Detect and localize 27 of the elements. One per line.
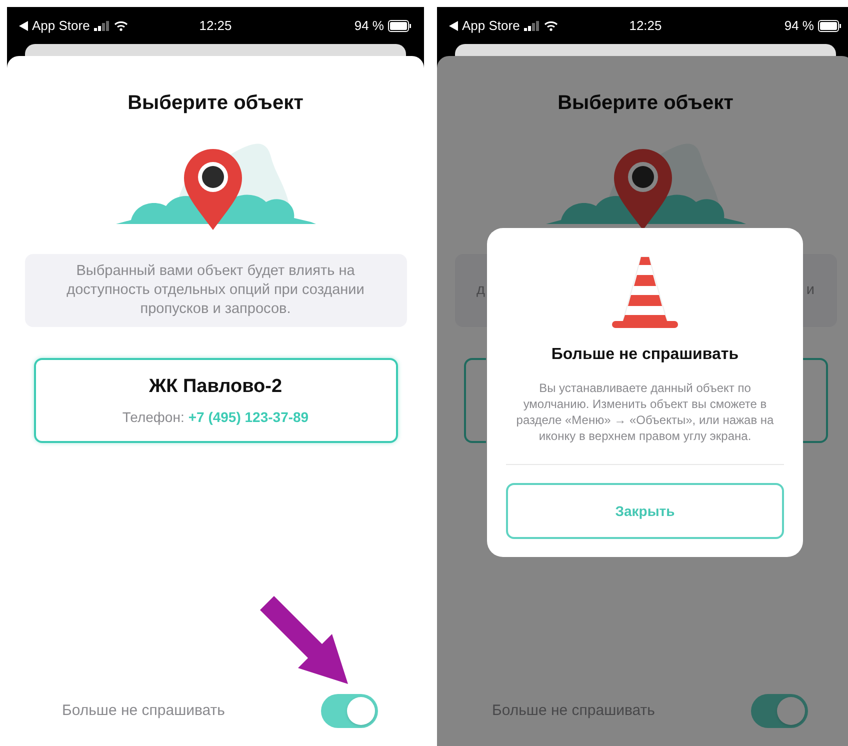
dialog-title: Больше не спрашивать xyxy=(551,345,739,365)
sheet-title: Выберите объект xyxy=(128,91,304,116)
dialog-text: Вы устанавливаете данный объект по умолчанию. Изменить объект вы сможете в разделе «Меню» → «Объекты», или нажав на иконку в верхнем правом углу экрана. xyxy=(516,380,774,444)
back-triangle-icon[interactable] xyxy=(19,20,28,30)
battery-percent: 94 % xyxy=(784,16,814,35)
traffic-cone-icon xyxy=(611,255,679,329)
wifi-icon xyxy=(544,20,558,30)
sheet-title: Выберите объект xyxy=(558,91,734,116)
wifi-icon xyxy=(114,20,128,30)
info-text: Выбранный вами объект будет влиять на доступность отдельных опций при создании пропусков и запросов. xyxy=(66,262,366,319)
clock-time: 12:25 xyxy=(199,18,232,33)
back-triangle-icon[interactable] xyxy=(449,20,458,30)
object-card[interactable]: ЖК Павлово-2 Телефон: +7 (495) 123-37-89 xyxy=(34,358,398,443)
battery-icon xyxy=(388,20,412,32)
back-app-label[interactable]: App Store xyxy=(32,16,90,36)
signal-icon xyxy=(524,20,540,30)
clock-time: 12:25 xyxy=(629,18,662,33)
phone-label: Телефон: xyxy=(122,408,184,428)
toggle-switch[interactable] xyxy=(321,694,378,728)
toggle-label: Больше не спрашивать xyxy=(62,700,225,721)
battery-icon xyxy=(818,20,842,32)
toggle-label: Больше не спрашивать xyxy=(492,700,655,721)
toggle-switch[interactable] xyxy=(751,694,808,728)
back-app-label[interactable]: App Store xyxy=(462,16,520,36)
signal-icon xyxy=(94,20,110,30)
object-name: ЖК Павлово-2 xyxy=(148,374,282,399)
battery-percent: 94 % xyxy=(354,16,384,35)
